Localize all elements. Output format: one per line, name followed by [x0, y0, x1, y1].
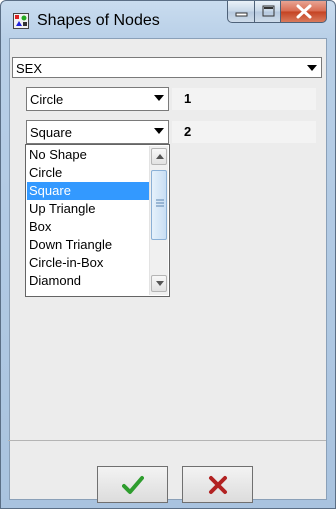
chevron-down-icon[interactable] [151, 122, 167, 142]
option-circle-in-box[interactable]: Circle-in-Box [27, 254, 151, 272]
option-up-triangle[interactable]: Up Triangle [27, 200, 151, 218]
variable-select[interactable]: SEX [12, 57, 322, 78]
dropdown-scrollbar[interactable] [149, 146, 168, 295]
close-button[interactable] [280, 1, 327, 23]
minimize-button[interactable] [227, 1, 255, 23]
shape-select-2[interactable]: Square [26, 120, 169, 144]
option-circle[interactable]: Circle [27, 164, 151, 182]
maximize-icon [262, 5, 275, 17]
shape-select-1-value: Circle [30, 92, 64, 107]
category-value-1: 1 [172, 88, 316, 110]
checkmark-icon [122, 476, 144, 494]
grip-icon [156, 199, 164, 207]
option-no-shape[interactable]: No Shape [27, 146, 151, 164]
close-icon [296, 4, 312, 19]
minimize-icon [235, 12, 248, 17]
window-title: Shapes of Nodes [37, 12, 160, 29]
shape-dropdown-list[interactable]: No Shape Circle Square Up Triangle Box D… [25, 144, 170, 297]
option-down-triangle[interactable]: Down Triangle [27, 236, 151, 254]
chevron-up-icon [156, 154, 164, 159]
cancel-button[interactable] [182, 466, 253, 503]
chevron-down-icon[interactable] [151, 89, 167, 109]
scroll-down-button[interactable] [151, 275, 167, 292]
scroll-thumb[interactable] [151, 170, 167, 240]
option-box[interactable]: Box [27, 218, 151, 236]
x-mark-icon [209, 476, 227, 494]
scroll-up-button[interactable] [151, 148, 167, 165]
app-icon[interactable] [13, 13, 29, 29]
option-square[interactable]: Square [27, 182, 151, 200]
chevron-down-icon[interactable] [304, 59, 320, 76]
ok-button[interactable] [97, 466, 168, 503]
maximize-button[interactable] [254, 1, 281, 23]
option-diamond[interactable]: Diamond [27, 272, 151, 290]
chevron-down-icon [156, 281, 164, 286]
shape-select-1[interactable]: Circle [26, 87, 169, 111]
shape-select-2-value: Square [30, 125, 72, 140]
category-value-2: 2 [172, 121, 316, 143]
variable-select-value: SEX [16, 61, 43, 76]
